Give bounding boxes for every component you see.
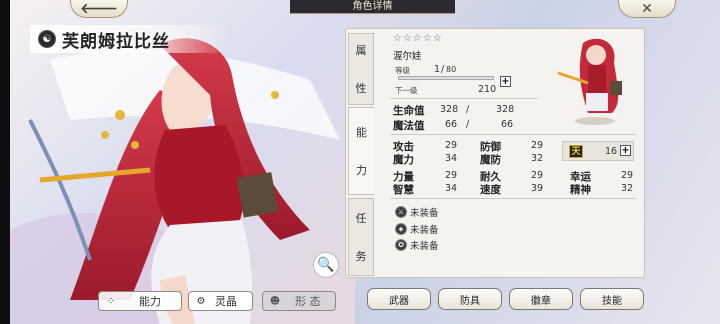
tab-missions-label-2: 务 — [355, 250, 367, 263]
level-value: 1 — [434, 64, 441, 75]
armor-button[interactable]: 防具 — [438, 288, 502, 310]
divider-stats — [390, 198, 636, 199]
arrow-left-icon: 🡐 — [80, 1, 118, 17]
tab-abilities-label-1: 能 — [356, 126, 367, 139]
exp-bar — [398, 76, 494, 80]
equip-slot-weapon-label: 未装备 — [410, 208, 439, 219]
tab-ability-label: 能力 — [139, 295, 161, 308]
equip-slot-weapon[interactable]: ⚔ 未装备 — [395, 205, 439, 219]
stat-spd-label: 速度 — [480, 184, 501, 196]
figure-icon: ☻ — [269, 295, 281, 307]
left-edge — [0, 0, 10, 324]
equip-slot-badge[interactable]: ✪ 未装备 — [395, 238, 439, 252]
stat-spirit-label: 精神 — [570, 184, 591, 196]
back-button[interactable]: 🡐 — [70, 0, 128, 18]
equip-slot-badge-label: 未装备 — [410, 241, 439, 252]
badge-slot-icon: ✪ — [395, 239, 407, 251]
armor-slot-icon: ◈ — [395, 223, 407, 235]
bonus-plus-button[interactable]: + — [620, 145, 631, 156]
gear-circle-icon: ⚙ — [196, 295, 206, 307]
stat-mdef-label: 魔防 — [480, 154, 501, 166]
chibi-avatar — [557, 38, 622, 125]
tab-attributes[interactable]: 属 性 — [348, 33, 374, 105]
tab-ability[interactable]: ⁘ 能力 — [98, 291, 182, 311]
grid-dots-icon: ⁘ — [106, 295, 116, 307]
stat-str-value: 29 — [445, 170, 458, 181]
hp-label: 生命值 — [393, 105, 425, 117]
equip-slot-armor[interactable]: ◈ 未装备 — [395, 222, 439, 236]
zoom-button[interactable]: 🔍 — [313, 252, 339, 278]
tab-attributes-label-1: 属 — [355, 44, 367, 57]
mp-sep: / — [466, 119, 470, 130]
stat-luck-value: 29 — [621, 170, 634, 181]
hp-max: 328 — [496, 104, 515, 115]
weapon-slot-icon: ⚔ — [395, 206, 407, 218]
mp-current: 66 — [445, 119, 458, 130]
tab-spirit-label: 灵晶 — [215, 295, 237, 308]
stat-spirit-value: 32 — [621, 183, 634, 194]
tab-form[interactable]: ☻ 形 态 — [262, 291, 336, 311]
character-name: 芙朗姆拉比丝 — [62, 31, 170, 52]
stat-mag-label: 魔力 — [393, 154, 414, 166]
stat-int-value: 34 — [445, 183, 458, 194]
header-title-bar: 角色详情 — [290, 0, 455, 14]
heaven-badge-icon: 天 — [569, 145, 583, 158]
level-plus-button[interactable]: + — [500, 76, 511, 87]
level-label: 等级 — [395, 66, 410, 75]
rarity-stars: ☆☆☆☆☆ — [393, 33, 443, 44]
stat-def-value: 29 — [531, 140, 544, 151]
tab-attributes-label-2: 性 — [355, 82, 367, 95]
equip-slot-armor-label: 未装备 — [410, 225, 439, 236]
hp-sep: / — [466, 104, 470, 115]
hp-current: 328 — [440, 104, 459, 115]
badge-button[interactable]: 徽章 — [509, 288, 573, 310]
mp-max: 66 — [501, 119, 514, 130]
next-level-value: 210 — [478, 84, 497, 95]
tab-missions-label-1: 任 — [355, 212, 367, 225]
page-title: 角色详情 — [352, 1, 393, 12]
tab-form-label: 形 态 — [295, 295, 321, 308]
skill-button[interactable]: 技能 — [580, 288, 644, 310]
title-name: 渥尔娃 — [393, 51, 422, 62]
level-sep: / — [441, 64, 445, 75]
tab-abilities[interactable]: 能 力 — [348, 107, 374, 195]
bonus-points-value: 16 — [605, 146, 618, 157]
mp-label: 魔法值 — [393, 120, 425, 132]
divider-attr — [390, 98, 538, 99]
tab-spirit[interactable]: ⚙ 灵晶 — [188, 291, 253, 311]
tab-missions[interactable]: 任 务 — [348, 198, 374, 276]
close-x-icon: ✕ — [641, 0, 653, 17]
stat-atk-value: 29 — [445, 140, 458, 151]
divider-vitals — [390, 134, 636, 135]
character-name-bar: ☯ 芙朗姆拉比丝 — [30, 25, 230, 53]
close-button[interactable]: ✕ — [618, 0, 676, 18]
magnifier-icon: 🔍 — [317, 257, 335, 273]
next-level-label: 下一级 — [395, 86, 418, 95]
stat-int-label: 智慧 — [393, 184, 414, 196]
level-max: 80 — [446, 65, 457, 74]
character-detail-screen: 角色详情 🡐 ✕ ☯ 芙朗姆拉比丝 🔍 ⁘ 能力 ⚙ 灵晶 ☻ 形 态 属 性 … — [0, 0, 720, 324]
stat-end-value: 29 — [531, 170, 544, 181]
stat-mag-value: 34 — [445, 153, 458, 164]
yin-yang-icon: ☯ — [38, 30, 56, 48]
stat-spd-value: 39 — [531, 183, 544, 194]
tab-abilities-label-2: 力 — [356, 164, 367, 177]
stat-mdef-value: 32 — [531, 153, 544, 164]
weapon-button[interactable]: 武器 — [367, 288, 431, 310]
